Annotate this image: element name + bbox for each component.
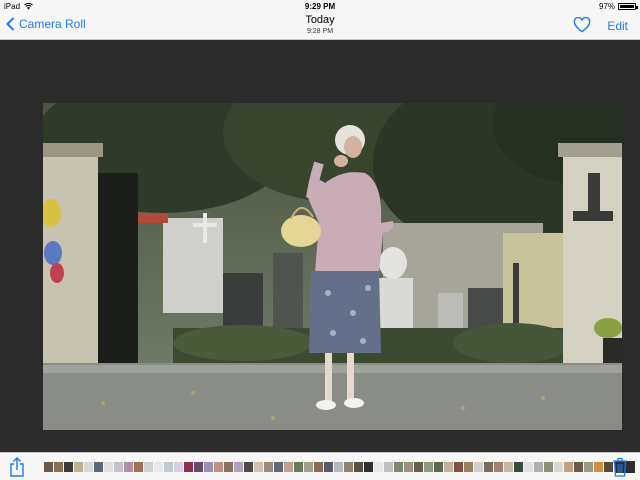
filmstrip-thumb[interactable] bbox=[434, 462, 443, 472]
filmstrip-thumb[interactable] bbox=[244, 462, 253, 472]
battery-icon bbox=[618, 3, 638, 10]
status-bar: iPad 9:29 PM 97% bbox=[0, 0, 640, 13]
filmstrip-thumb[interactable] bbox=[544, 462, 553, 472]
filmstrip-thumb[interactable] bbox=[174, 462, 183, 472]
filmstrip[interactable] bbox=[44, 460, 636, 474]
filmstrip-thumb[interactable] bbox=[314, 462, 323, 472]
edit-button[interactable]: Edit bbox=[607, 19, 628, 33]
filmstrip-thumb[interactable] bbox=[234, 462, 243, 472]
filmstrip-thumb[interactable] bbox=[564, 462, 573, 472]
filmstrip-thumb[interactable] bbox=[354, 462, 363, 472]
filmstrip-thumb[interactable] bbox=[304, 462, 313, 472]
filmstrip-thumb[interactable] bbox=[344, 462, 353, 472]
filmstrip-thumb[interactable] bbox=[404, 462, 413, 472]
photo-image bbox=[43, 103, 622, 430]
filmstrip-thumb[interactable] bbox=[454, 462, 463, 472]
filmstrip-thumb[interactable] bbox=[184, 462, 193, 472]
trash-icon[interactable] bbox=[612, 457, 628, 477]
filmstrip-thumb[interactable] bbox=[114, 462, 123, 472]
filmstrip-thumb[interactable] bbox=[324, 462, 333, 472]
filmstrip-thumb[interactable] bbox=[134, 462, 143, 472]
filmstrip-thumb[interactable] bbox=[384, 462, 393, 472]
status-time: 9:29 PM bbox=[304, 2, 336, 11]
filmstrip-thumb[interactable] bbox=[194, 462, 203, 472]
filmstrip-thumb[interactable] bbox=[444, 462, 453, 472]
filmstrip-thumb[interactable] bbox=[54, 462, 63, 472]
filmstrip-thumb[interactable] bbox=[464, 462, 473, 472]
filmstrip-thumb[interactable] bbox=[374, 462, 383, 472]
filmstrip-thumb[interactable] bbox=[504, 462, 513, 472]
filmstrip-thumb[interactable] bbox=[584, 462, 593, 472]
filmstrip-thumb[interactable] bbox=[94, 462, 103, 472]
nav-bar: Camera Roll Today 9:28 PM Edit bbox=[0, 13, 640, 40]
filmstrip-thumb[interactable] bbox=[474, 462, 483, 472]
nav-title-time: 9:28 PM bbox=[306, 28, 334, 35]
filmstrip-thumb[interactable] bbox=[534, 462, 543, 472]
filmstrip-thumb[interactable] bbox=[214, 462, 223, 472]
photo[interactable] bbox=[43, 103, 622, 430]
filmstrip-thumb[interactable] bbox=[124, 462, 133, 472]
filmstrip-thumb[interactable] bbox=[264, 462, 273, 472]
filmstrip-thumb[interactable] bbox=[144, 462, 153, 472]
filmstrip-thumb[interactable] bbox=[334, 462, 343, 472]
filmstrip-thumb[interactable] bbox=[84, 462, 93, 472]
filmstrip-thumb[interactable] bbox=[104, 462, 113, 472]
share-icon[interactable] bbox=[9, 457, 25, 477]
battery-percent: 97% bbox=[598, 2, 615, 11]
filmstrip-thumb[interactable] bbox=[224, 462, 233, 472]
filmstrip-thumb[interactable] bbox=[74, 462, 83, 472]
filmstrip-thumb[interactable] bbox=[284, 462, 293, 472]
filmstrip-thumb[interactable] bbox=[64, 462, 73, 472]
filmstrip-thumb[interactable] bbox=[414, 462, 423, 472]
filmstrip-thumb[interactable] bbox=[274, 462, 283, 472]
filmstrip-thumb[interactable] bbox=[524, 462, 533, 472]
filmstrip-thumb[interactable] bbox=[294, 462, 303, 472]
filmstrip-thumb[interactable] bbox=[574, 462, 583, 472]
filmstrip-thumb[interactable] bbox=[44, 462, 53, 472]
status-right: 97% bbox=[598, 2, 638, 11]
battery-fill bbox=[620, 5, 634, 8]
nav-title-date: Today bbox=[305, 14, 335, 26]
filmstrip-thumb[interactable] bbox=[494, 462, 503, 472]
filmstrip-thumb[interactable] bbox=[254, 462, 263, 472]
filmstrip-thumb[interactable] bbox=[204, 462, 213, 472]
filmstrip-thumb[interactable] bbox=[424, 462, 433, 472]
filmstrip-thumb[interactable] bbox=[594, 462, 603, 472]
filmstrip-thumb[interactable] bbox=[364, 462, 373, 472]
filmstrip-thumb[interactable] bbox=[484, 462, 493, 472]
filmstrip-thumb[interactable] bbox=[394, 462, 403, 472]
filmstrip-thumb[interactable] bbox=[154, 462, 163, 472]
nav-title: Today 9:28 PM bbox=[0, 14, 640, 37]
bottom-toolbar bbox=[0, 452, 640, 480]
photo-viewer[interactable] bbox=[0, 41, 640, 452]
filmstrip-thumb[interactable] bbox=[164, 462, 173, 472]
filmstrip-thumb[interactable] bbox=[554, 462, 563, 472]
heart-icon[interactable] bbox=[573, 17, 591, 33]
filmstrip-thumb[interactable] bbox=[514, 462, 523, 472]
